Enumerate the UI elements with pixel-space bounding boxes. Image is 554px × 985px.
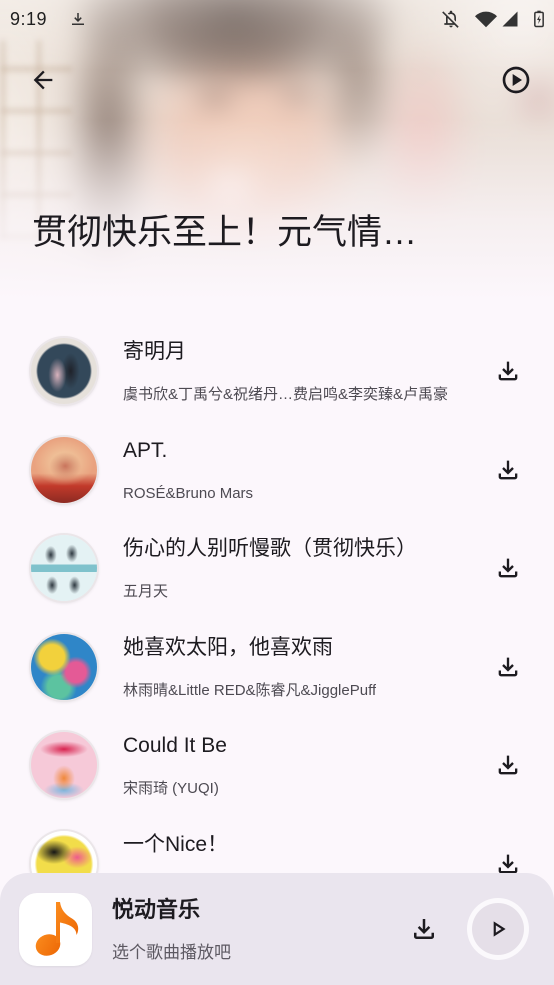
back-arrow-icon xyxy=(33,70,53,90)
mini-player-bar[interactable]: 悦动音乐 选个歌曲播放吧 xyxy=(0,873,554,985)
play-icon xyxy=(493,921,506,937)
wifi-icon xyxy=(475,11,497,28)
song-row[interactable]: 寄明月 虞书欣&丁禹兮&祝绪丹…费启鸣&李奕臻&卢禹豪 xyxy=(0,322,554,421)
playlist-title: 贯彻快乐至上！元气情… xyxy=(32,213,418,252)
download-button[interactable] xyxy=(486,743,530,787)
play-circle-icon xyxy=(502,66,530,94)
player-hint: 选个歌曲播放吧 xyxy=(112,943,231,962)
song-row[interactable]: Could It Be 宋雨琦 (YUQI) xyxy=(0,716,554,815)
download-button[interactable] xyxy=(486,546,530,590)
song-row[interactable]: 伤心的人别听慢歌（贯彻快乐） 五月天 xyxy=(0,519,554,618)
download-button[interactable] xyxy=(486,448,530,492)
song-row[interactable]: 她喜欢太阳，他喜欢雨 林雨晴&Little RED&陈睿凡&JigglePuff xyxy=(0,618,554,717)
play-button[interactable] xyxy=(467,898,529,960)
player-title: 悦动音乐 xyxy=(112,897,201,922)
play-all-button[interactable] xyxy=(494,58,538,102)
download-button[interactable] xyxy=(486,645,530,689)
song-title: 她喜欢太阳，他喜欢雨 xyxy=(123,635,333,659)
album-cover xyxy=(31,436,97,503)
download-icon xyxy=(498,755,518,775)
notifications-off-icon xyxy=(442,10,459,28)
player-download-button[interactable] xyxy=(402,907,446,951)
song-artist: 林雨晴&Little RED&陈睿凡&JigglePuff xyxy=(123,681,377,699)
play-button-inner xyxy=(472,903,524,955)
battery-charging-icon xyxy=(534,10,544,28)
song-title: APT. xyxy=(123,438,168,462)
song-artist: ROSÉ&Bruno Mars xyxy=(123,484,254,502)
album-cover xyxy=(31,338,97,405)
song-title: 伤心的人别听慢歌（贯彻快乐） xyxy=(123,537,417,560)
download-icon xyxy=(498,558,518,578)
download-icon xyxy=(414,919,434,939)
cover-photo-fade xyxy=(0,0,554,310)
download-icon xyxy=(498,657,518,677)
back-button[interactable] xyxy=(21,58,65,102)
download-icon xyxy=(72,13,84,25)
song-row[interactable]: APT. ROSÉ&Bruno Mars xyxy=(0,421,554,520)
status-time: 9:19 xyxy=(10,9,48,29)
app-logo xyxy=(19,893,92,966)
download-icon xyxy=(498,361,518,381)
song-title: 寄明月 xyxy=(123,340,186,363)
album-cover xyxy=(31,633,97,700)
song-artist: 虞书欣&丁禹兮&祝绪丹…费启鸣&李奕臻&卢禹豪 xyxy=(123,386,449,403)
song-list: 寄明月 虞书欣&丁禹兮&祝绪丹…费启鸣&李奕臻&卢禹豪 APT. ROSÉ&Br… xyxy=(0,322,554,913)
song-artist: 五月天 xyxy=(123,583,169,600)
song-artist: 宋雨琦 (YUQI) xyxy=(123,780,219,797)
song-title: 一个Nice！ xyxy=(123,832,229,856)
playlist-cover-photo xyxy=(0,0,554,310)
song-title: Could It Be xyxy=(123,734,227,757)
download-icon xyxy=(498,460,518,480)
download-button[interactable] xyxy=(486,349,530,393)
music-note-icon xyxy=(35,902,79,956)
cellular-signal-icon xyxy=(502,11,518,27)
album-cover xyxy=(31,732,97,799)
album-cover xyxy=(31,535,97,602)
